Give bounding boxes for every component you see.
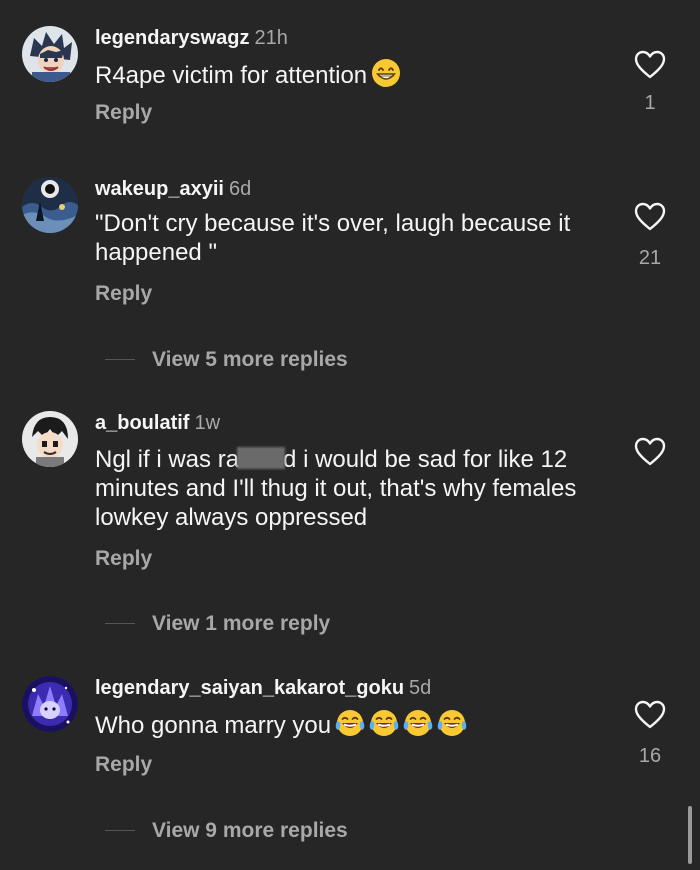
timestamp: 21h xyxy=(254,27,288,49)
scrollbar[interactable] xyxy=(688,806,692,864)
heart-icon xyxy=(634,50,666,80)
tears-of-joy-icon xyxy=(437,708,467,738)
timestamp: 5d xyxy=(409,677,432,699)
view-more-replies-label: View 1 more reply xyxy=(152,612,331,635)
view-more-replies-label: View 9 more replies xyxy=(152,819,348,842)
like-button[interactable] xyxy=(630,50,670,80)
comment-header: legendary_saiyan_kakarot_goku 5d xyxy=(95,676,431,700)
heart-icon xyxy=(634,700,666,730)
comment-text: "Don't cry because it's over, laugh beca… xyxy=(95,210,571,266)
like-count: 21 xyxy=(638,247,662,269)
comment-text-content: R4ape victim for attention xyxy=(95,62,368,89)
reply-button[interactable]: Reply xyxy=(95,101,152,125)
heart-icon xyxy=(634,202,666,232)
like-button[interactable] xyxy=(630,437,670,467)
reply-button[interactable]: Reply xyxy=(95,753,152,777)
avatar[interactable] xyxy=(22,411,78,467)
comment-text: Ngl if i was ra d i would be sad for like… xyxy=(95,445,620,532)
divider xyxy=(105,623,135,624)
timestamp: 6d xyxy=(228,178,252,200)
username[interactable]: wakeup_axyii xyxy=(95,178,224,200)
divider xyxy=(105,830,135,831)
avatar[interactable] xyxy=(22,676,78,732)
grinning-face-icon xyxy=(371,58,401,88)
tears-of-joy-icon xyxy=(369,708,399,738)
comment-text: R4ape victim for attention xyxy=(95,58,615,90)
reply-button[interactable]: Reply xyxy=(95,547,152,571)
username[interactable]: legendaryswagz xyxy=(95,27,250,49)
username[interactable]: a_boulatif xyxy=(95,412,189,434)
like-button[interactable] xyxy=(630,202,670,232)
timestamp: 1w xyxy=(194,412,221,434)
tears-of-joy-icon xyxy=(403,708,433,738)
heart-icon xyxy=(634,437,666,467)
censored-word xyxy=(237,447,286,469)
username[interactable]: legendary_saiyan_kakarot_goku xyxy=(95,677,404,699)
like-count: 16 xyxy=(638,745,662,767)
like-count: 1 xyxy=(644,92,656,114)
view-more-replies-button[interactable]: View 9 more replies xyxy=(0,816,700,846)
comment-header: legendaryswagz 21h xyxy=(95,26,288,50)
comment-text-content: Who gonna marry you xyxy=(95,712,332,739)
comment-text: Who gonna marry you xyxy=(95,708,615,740)
comment-header: wakeup_axyii 6d xyxy=(95,177,251,201)
divider xyxy=(105,359,135,360)
view-more-replies-label: View 5 more replies xyxy=(152,348,348,371)
avatar[interactable] xyxy=(22,177,78,233)
tears-of-joy-icon xyxy=(335,708,365,738)
comment-header: a_boulatif 1w xyxy=(95,411,220,435)
reply-button[interactable]: Reply xyxy=(95,282,152,306)
avatar[interactable] xyxy=(22,26,78,82)
comments-feed: legendaryswagz 21h R4ape victim for atten… xyxy=(0,0,700,870)
view-more-replies-button[interactable]: View 1 more reply xyxy=(0,609,700,639)
comment-text-part: Ngl if i was ra xyxy=(95,446,240,473)
like-button[interactable] xyxy=(630,700,670,730)
view-more-replies-button[interactable]: View 5 more replies xyxy=(0,345,700,375)
